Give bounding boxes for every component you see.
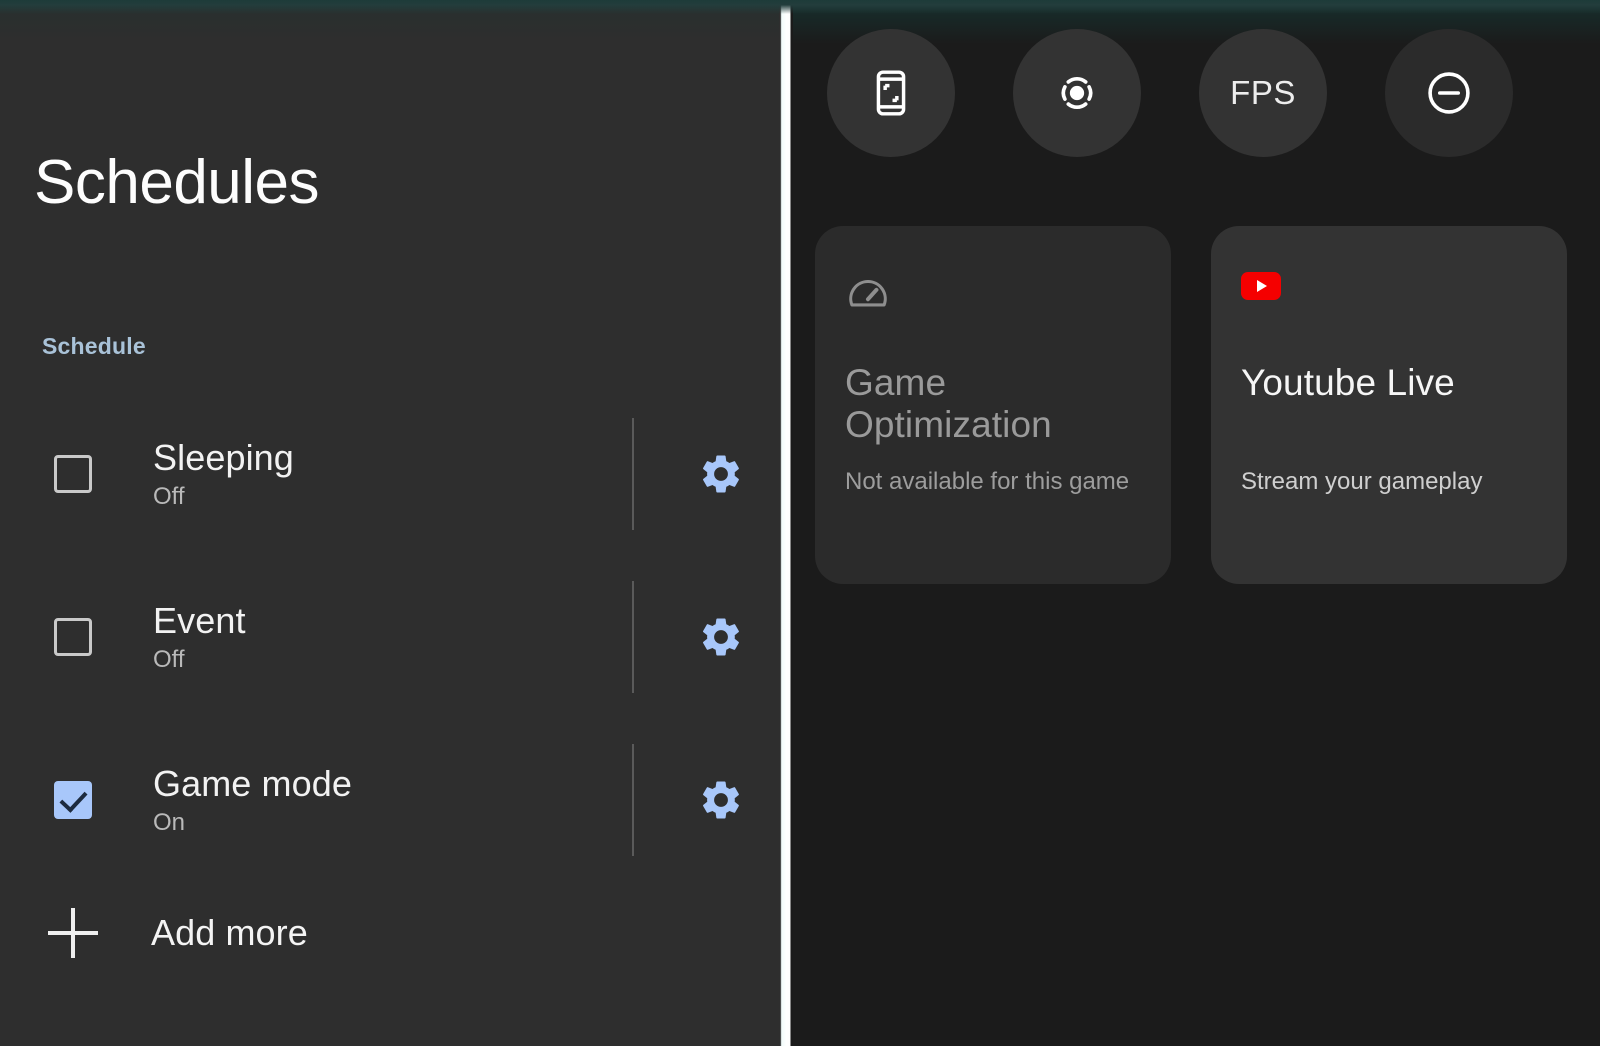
schedule-row-event[interactable]: Event Off [0,555,787,718]
row-divider [632,418,634,530]
screen-record-button[interactable] [1013,29,1141,157]
schedule-row-status: Off [153,646,185,674]
add-more-button[interactable]: Add more [0,875,787,991]
panel-divider [779,0,793,1046]
fps-button[interactable]: FPS [1199,29,1327,157]
youtube-play-badge [1241,272,1281,300]
gear-icon [698,614,744,660]
checkbox-sleeping[interactable] [54,454,92,493]
schedule-row-game-mode[interactable]: Game mode On [0,718,787,881]
schedule-row-text: Game mode On [153,762,661,837]
record-dot-icon [1051,67,1103,119]
minus-circle-icon [1422,66,1476,120]
row-divider [632,744,634,856]
speedometer-icon [845,272,1141,318]
checkbox-game-mode[interactable] [54,780,92,819]
schedule-row-text: Sleeping Off [153,436,661,511]
schedules-panel: Schedules Schedule Sleeping Off Event Of… [0,0,787,1046]
card-title: Youtube Live [1241,362,1455,403]
card-subtitle: Not available for this game [845,467,1130,495]
game-dashboard-panel: FPS Game Optimization Not available for … [787,0,1600,1046]
schedule-row-sleeping[interactable]: Sleeping Off [0,392,787,555]
card-subtitle: Stream your gameplay [1241,467,1483,495]
game-dashboard-screen: Schedules Schedule Sleeping Off Event Of… [0,0,1600,1046]
plus-icon [48,908,98,958]
card-title: Game Optimization [845,362,1052,446]
youtube-logo-icon [1241,272,1537,318]
section-header-schedule: Schedule [42,333,146,359]
schedule-list: Sleeping Off Event Off Game mode On [0,392,787,881]
fps-label: FPS [1230,74,1296,111]
gear-icon [698,451,744,497]
checkbox-event[interactable] [54,617,92,656]
schedule-row-status: On [153,809,186,837]
gear-icon [698,777,744,823]
settings-button-game-mode[interactable] [661,777,781,823]
youtube-live-card[interactable]: Youtube Live Stream your gameplay [1211,226,1567,584]
schedule-row-title: Event [153,599,246,641]
schedule-row-status: Off [153,483,185,511]
row-divider [632,581,634,693]
add-more-label: Add more [151,912,308,953]
settings-button-sleeping[interactable] [661,451,781,497]
game-optimization-card[interactable]: Game Optimization Not available for this… [815,226,1171,584]
schedule-row-title: Game mode [153,762,352,804]
schedule-row-title: Sleeping [153,436,294,478]
screenshot-button[interactable] [827,29,955,157]
do-not-disturb-button[interactable] [1385,29,1513,157]
page-title: Schedules [34,148,320,217]
dashboard-cards: Game Optimization Not available for this… [815,226,1567,584]
dashboard-toolbar: FPS [827,29,1513,157]
schedule-row-text: Event Off [153,599,661,674]
phone-screenshot-icon [865,67,917,119]
settings-button-event[interactable] [661,614,781,660]
